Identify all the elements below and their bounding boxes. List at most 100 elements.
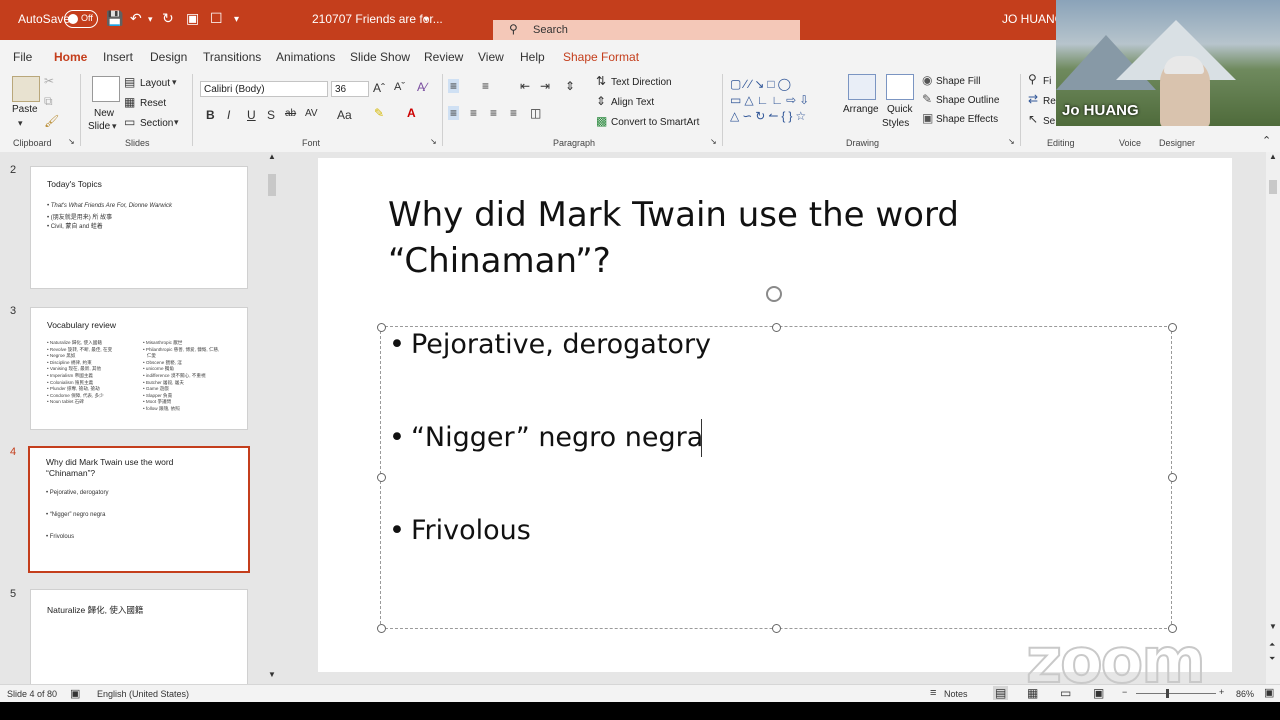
change-case-icon[interactable]: Aa <box>337 108 352 122</box>
tab-design[interactable]: Design <box>150 50 187 64</box>
layout-icon[interactable]: ▤ <box>124 75 135 89</box>
decrease-indent-icon[interactable]: ⇤ <box>520 79 530 93</box>
text-direction-button[interactable]: Text Direction <box>611 77 672 88</box>
numbering-icon[interactable]: ≡ <box>482 79 489 93</box>
font-size-field[interactable]: 36 <box>331 81 369 97</box>
undo-icon[interactable]: ↶ <box>130 10 142 27</box>
columns-icon[interactable]: ◫ <box>530 106 541 120</box>
redo-icon[interactable]: ↻ <box>162 10 174 27</box>
drawing-launcher-icon[interactable]: ↘ <box>1008 137 1015 146</box>
resize-handle[interactable] <box>772 323 781 332</box>
user-name[interactable]: JO HUANG <box>1002 12 1064 26</box>
convert-smartart-button[interactable]: Convert to SmartArt <box>611 117 699 128</box>
tab-file[interactable]: File <box>13 50 32 64</box>
resize-handle[interactable] <box>377 323 386 332</box>
scroll-down-icon[interactable]: ▼ <box>1269 622 1277 631</box>
paste-dropdown-icon[interactable]: ▾ <box>18 118 23 129</box>
shapes-gallery[interactable]: ▢∕∕↘□◯ ▭△∟∟⇨⇩ △∽↻↼{}☆ <box>730 76 838 126</box>
bullet-item[interactable]: • Pejorative, derogatory <box>389 329 711 360</box>
zoom-out-icon[interactable]: − <box>1122 687 1127 697</box>
clear-formatting-icon[interactable]: A∕ <box>417 80 427 94</box>
slide-thumbnail[interactable]: Today's Topics • That's What Friends Are… <box>30 166 248 289</box>
shape-effects-icon[interactable]: ▣ <box>922 111 933 125</box>
section-button[interactable]: Section <box>140 118 173 129</box>
smartart-icon[interactable]: ▩ <box>596 114 607 128</box>
paste-icon[interactable] <box>12 76 40 102</box>
font-color-icon[interactable]: A <box>407 106 416 120</box>
search-box[interactable]: ⚲ Search <box>493 20 800 40</box>
quick-styles-icon[interactable] <box>886 74 914 100</box>
scroll-down-icon[interactable]: ▼ <box>268 670 276 679</box>
touch-mode-icon[interactable]: ☐ <box>210 10 223 27</box>
slide-canvas[interactable]: Why did Mark Twain use the word “Chinama… <box>318 158 1232 672</box>
select-button[interactable]: Se <box>1043 116 1055 127</box>
scrollbar-thumb[interactable] <box>1269 180 1277 194</box>
collapse-ribbon-icon[interactable]: ⌃ <box>1262 134 1271 147</box>
replace-button[interactable]: Re <box>1043 96 1056 107</box>
present-icon[interactable]: ▣ <box>186 10 199 27</box>
align-left-icon[interactable]: ≡ <box>448 106 460 120</box>
bold-icon[interactable]: B <box>206 108 215 122</box>
tab-animations[interactable]: Animations <box>276 50 335 64</box>
highlight-icon[interactable]: ✎ <box>374 106 384 120</box>
align-right-icon[interactable]: ≡ <box>490 106 497 120</box>
zoom-slider-thumb[interactable] <box>1166 689 1169 698</box>
new-slide-dropdown-icon[interactable]: ▾ <box>112 121 117 132</box>
thumbnail-scrollbar[interactable]: ▲ ▼ <box>266 152 278 680</box>
select-icon[interactable]: ↖ <box>1028 112 1038 126</box>
slide-thumbnail[interactable]: Vocabulary review • Naturalize 歸化, 使入國籍 … <box>30 307 248 430</box>
arrange-button[interactable]: Arrange <box>843 104 879 115</box>
replace-icon[interactable]: ⇄ <box>1028 92 1038 106</box>
font-name-field[interactable]: Calibri (Body) <box>200 81 328 97</box>
normal-view-icon[interactable]: ▤ <box>993 686 1009 700</box>
layout-dropdown-icon[interactable]: ▾ <box>172 77 177 88</box>
resize-handle[interactable] <box>377 473 386 482</box>
editor-scrollbar[interactable]: ▲ ▼ ⏶ ⏷ <box>1266 152 1280 684</box>
zoom-in-icon[interactable]: + <box>1219 687 1224 697</box>
shrink-font-icon[interactable]: Aˇ <box>394 81 405 93</box>
autosave-toggle[interactable]: Off <box>64 10 98 28</box>
notes-icon[interactable]: ≡ <box>930 687 936 699</box>
shape-fill-icon[interactable]: ◉ <box>922 73 932 87</box>
italic-icon[interactable]: I <box>227 108 230 122</box>
paste-label[interactable]: Paste <box>12 104 38 115</box>
tab-view[interactable]: View <box>478 50 504 64</box>
resize-handle[interactable] <box>1168 473 1177 482</box>
resize-handle[interactable] <box>1168 323 1177 332</box>
line-spacing-icon[interactable]: ⇕ <box>565 79 575 93</box>
justify-icon[interactable]: ≡ <box>510 106 517 120</box>
align-text-icon[interactable]: ⇕ <box>596 94 606 108</box>
text-direction-icon[interactable]: ⇅ <box>596 74 606 88</box>
tab-slide-show[interactable]: Slide Show <box>350 50 410 64</box>
tab-review[interactable]: Review <box>424 50 463 64</box>
slide-sorter-icon[interactable]: ▦ <box>1027 686 1038 700</box>
bullets-icon[interactable]: ≡ <box>448 79 460 93</box>
previous-slide-icon[interactable]: ⏶ <box>1269 640 1275 650</box>
layout-button[interactable]: Layout <box>140 78 170 89</box>
rotate-handle-icon[interactable] <box>766 286 782 302</box>
slide-thumbnail-selected[interactable]: Why did Mark Twain use the word “Chinama… <box>28 446 250 573</box>
fit-to-window-icon[interactable]: ▣ <box>1264 686 1274 699</box>
shape-outline-button[interactable]: Shape Outline <box>936 95 999 106</box>
tab-home[interactable]: Home <box>54 50 88 70</box>
reset-icon[interactable]: ▦ <box>124 95 135 109</box>
shape-fill-button[interactable]: Shape Fill <box>936 76 980 87</box>
save-icon[interactable]: 💾 <box>106 10 123 27</box>
scrollbar-thumb[interactable] <box>268 174 276 196</box>
tab-help[interactable]: Help <box>520 50 545 64</box>
zoom-level[interactable]: 86% <box>1236 689 1254 699</box>
title-dropdown-icon[interactable]: ▾ <box>424 14 429 25</box>
accessibility-icon[interactable]: ▣ <box>70 687 80 700</box>
new-slide-icon[interactable] <box>92 76 120 102</box>
reading-view-icon[interactable]: ▭ <box>1060 686 1071 700</box>
align-text-button[interactable]: Align Text <box>611 97 654 108</box>
char-spacing-icon[interactable]: AV <box>305 108 318 119</box>
slide-title[interactable]: Why did Mark Twain use the word “Chinama… <box>388 192 1088 284</box>
customize-qat-icon[interactable]: ▾ <box>234 14 239 25</box>
bullet-item[interactable]: • “Nigger” negro negra <box>389 422 703 453</box>
reset-button[interactable]: Reset <box>140 98 166 109</box>
new-slide-label-1[interactable]: New <box>94 108 114 119</box>
increase-indent-icon[interactable]: ⇥ <box>540 79 550 93</box>
quick-styles-label-2[interactable]: Styles <box>882 118 909 129</box>
tab-shape-format[interactable]: Shape Format <box>563 50 639 64</box>
